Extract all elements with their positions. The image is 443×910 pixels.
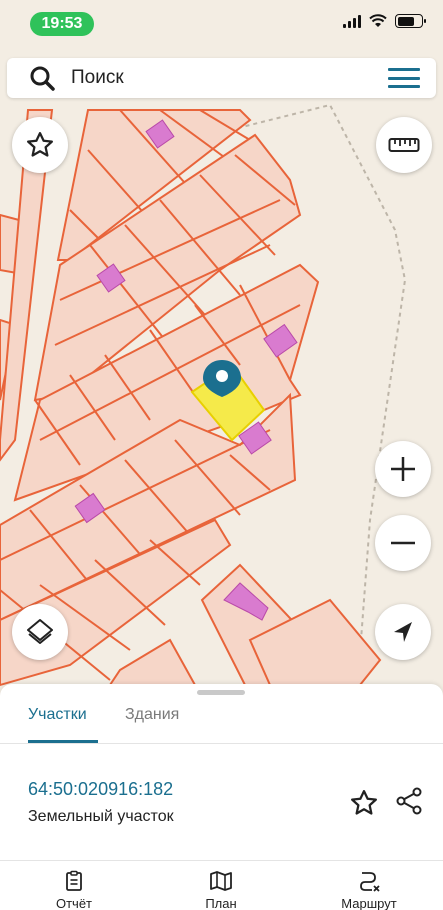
- hamburger-menu-icon[interactable]: [388, 66, 420, 90]
- parcel-type: Земельный участок: [28, 808, 174, 825]
- nav-plan-label: План: [205, 896, 237, 910]
- layers-icon: [27, 619, 53, 644]
- sheet-tabs: Участки Здания: [0, 684, 443, 744]
- tab-parcels[interactable]: Участки: [28, 706, 87, 724]
- search-input[interactable]: [71, 67, 371, 89]
- divider: [0, 860, 443, 861]
- parcel-number-link[interactable]: 64:50:020916:182: [28, 779, 173, 800]
- route-icon: [360, 872, 380, 892]
- status-bar: 19:53: [0, 0, 443, 48]
- star-icon: [351, 790, 377, 815]
- star-icon: [27, 132, 53, 157]
- navigation-arrow-icon: [394, 622, 412, 642]
- minus-icon: [391, 541, 415, 545]
- share-icon: [396, 787, 422, 815]
- nav-report[interactable]: Отчёт: [29, 870, 119, 910]
- battery-icon: [395, 14, 426, 28]
- status-time: 19:53: [30, 12, 94, 36]
- nav-plan[interactable]: План: [176, 870, 266, 910]
- locate-button[interactable]: [375, 604, 431, 660]
- zoom-in-button[interactable]: [375, 441, 431, 497]
- nav-route[interactable]: Маршрут: [324, 870, 414, 910]
- zoom-out-button[interactable]: [375, 515, 431, 571]
- layers-button[interactable]: [12, 604, 68, 660]
- add-favorite-button[interactable]: [349, 788, 379, 818]
- wifi-icon: [369, 14, 387, 27]
- nav-route-label: Маршрут: [341, 896, 397, 910]
- status-icons: [343, 14, 426, 28]
- tab-buildings[interactable]: Здания: [125, 706, 179, 724]
- plus-icon: [391, 457, 415, 481]
- search-icon: [30, 66, 55, 91]
- ruler-button[interactable]: [376, 117, 432, 173]
- search-bar[interactable]: [7, 58, 436, 98]
- ruler-icon: [388, 138, 420, 152]
- cellular-signal-icon: [343, 14, 361, 28]
- active-tab-indicator: [28, 740, 98, 743]
- map-icon: [210, 871, 232, 891]
- share-button[interactable]: [394, 786, 424, 816]
- report-icon: [66, 870, 82, 891]
- favorite-button[interactable]: [12, 117, 68, 173]
- bottom-sheet[interactable]: Участки Здания 64:50:020916:182 Земельны…: [0, 684, 443, 910]
- nav-report-label: Отчёт: [55, 896, 93, 910]
